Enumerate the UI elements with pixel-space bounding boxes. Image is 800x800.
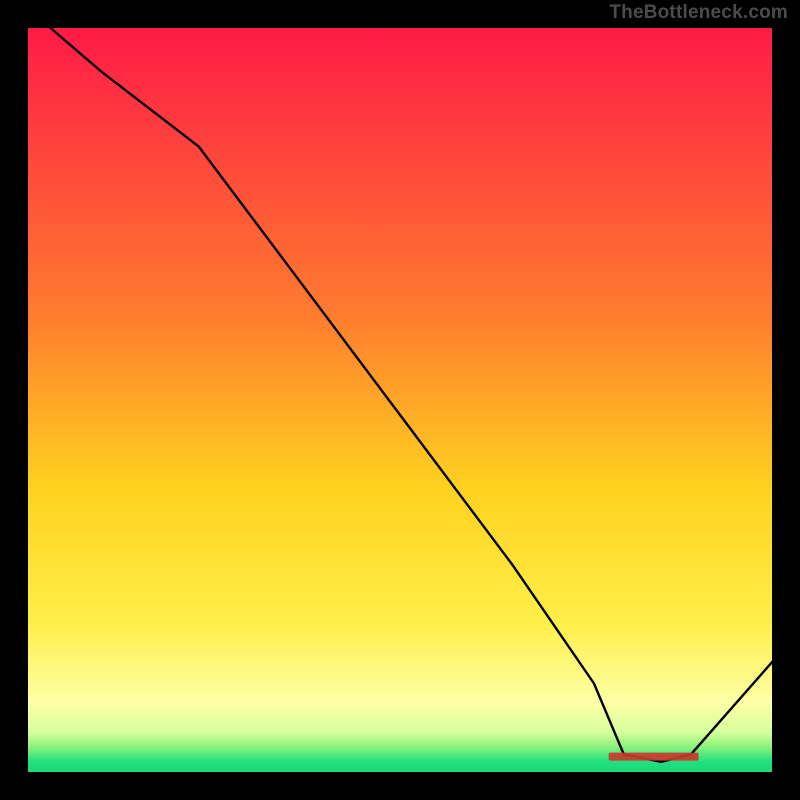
bottleneck-chart [0, 0, 800, 800]
attribution-label: TheBottleneck.com [609, 2, 788, 24]
chart-container: TheBottleneck.com [0, 0, 800, 800]
